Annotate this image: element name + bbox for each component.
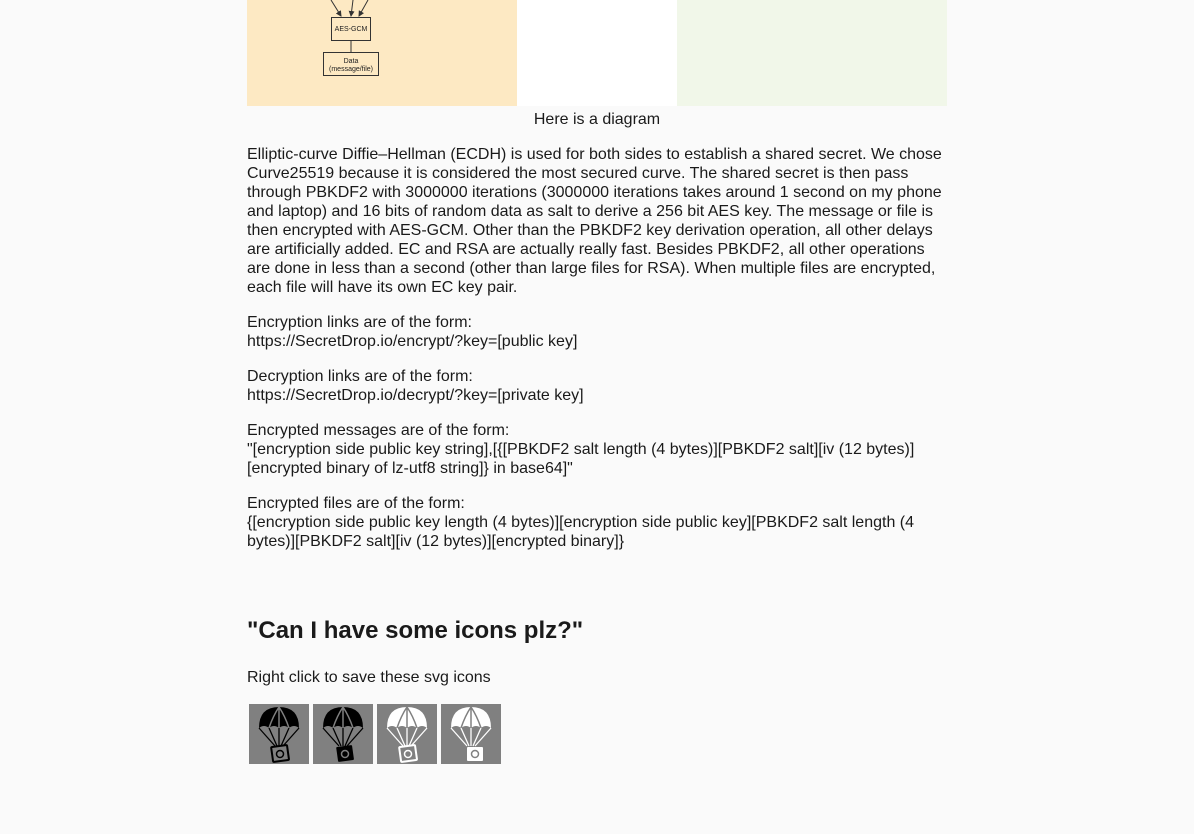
icon-gallery [249, 704, 947, 764]
parachute-lock-filled-icon[interactable] [313, 704, 373, 764]
diagram-arrow [330, 0, 342, 17]
data-label: Data [344, 58, 359, 65]
ecdh-paragraph: Elliptic-curve Diffie–Hellman (ECDH) is … [247, 146, 942, 296]
icons-heading: "Can I have some icons plz?" [247, 617, 584, 644]
parachute-lock-icon[interactable] [249, 704, 309, 764]
main-content: AES-GCM Data (message/file) Here is a di… [247, 0, 947, 764]
page: AES-GCM Data (message/file) Here is a di… [0, 0, 1194, 834]
flow-diagram: AES-GCM Data (message/file) [323, 0, 379, 76]
encrypted-files-paragraph: Encrypted files are of the form: {[encry… [247, 495, 915, 550]
diagram-panel-middle [517, 0, 677, 106]
diagram: AES-GCM Data (message/file) [247, 0, 947, 106]
icons-hint: Right click to save these svg icons [247, 669, 491, 686]
data-sublabel: (message/file) [329, 66, 373, 73]
diagram-arrow [358, 0, 369, 17]
parachute-lock-white-filled-icon[interactable] [441, 704, 501, 764]
diagram-panel-left: AES-GCM Data (message/file) [247, 0, 517, 106]
decryption-links-paragraph: Decryption links are of the form: https:… [247, 368, 584, 404]
parachute-lock-white-icon[interactable] [377, 704, 437, 764]
diagram-panel-right [677, 0, 947, 106]
diagram-arrow [348, 0, 355, 17]
encrypted-messages-paragraph: Encrypted messages are of the form: "[en… [247, 422, 915, 477]
encryption-links-paragraph: Encryption links are of the form: https:… [247, 314, 578, 350]
aes-gcm-label: AES-GCM [335, 26, 368, 33]
diagram-caption: Here is a diagram [533, 111, 661, 128]
